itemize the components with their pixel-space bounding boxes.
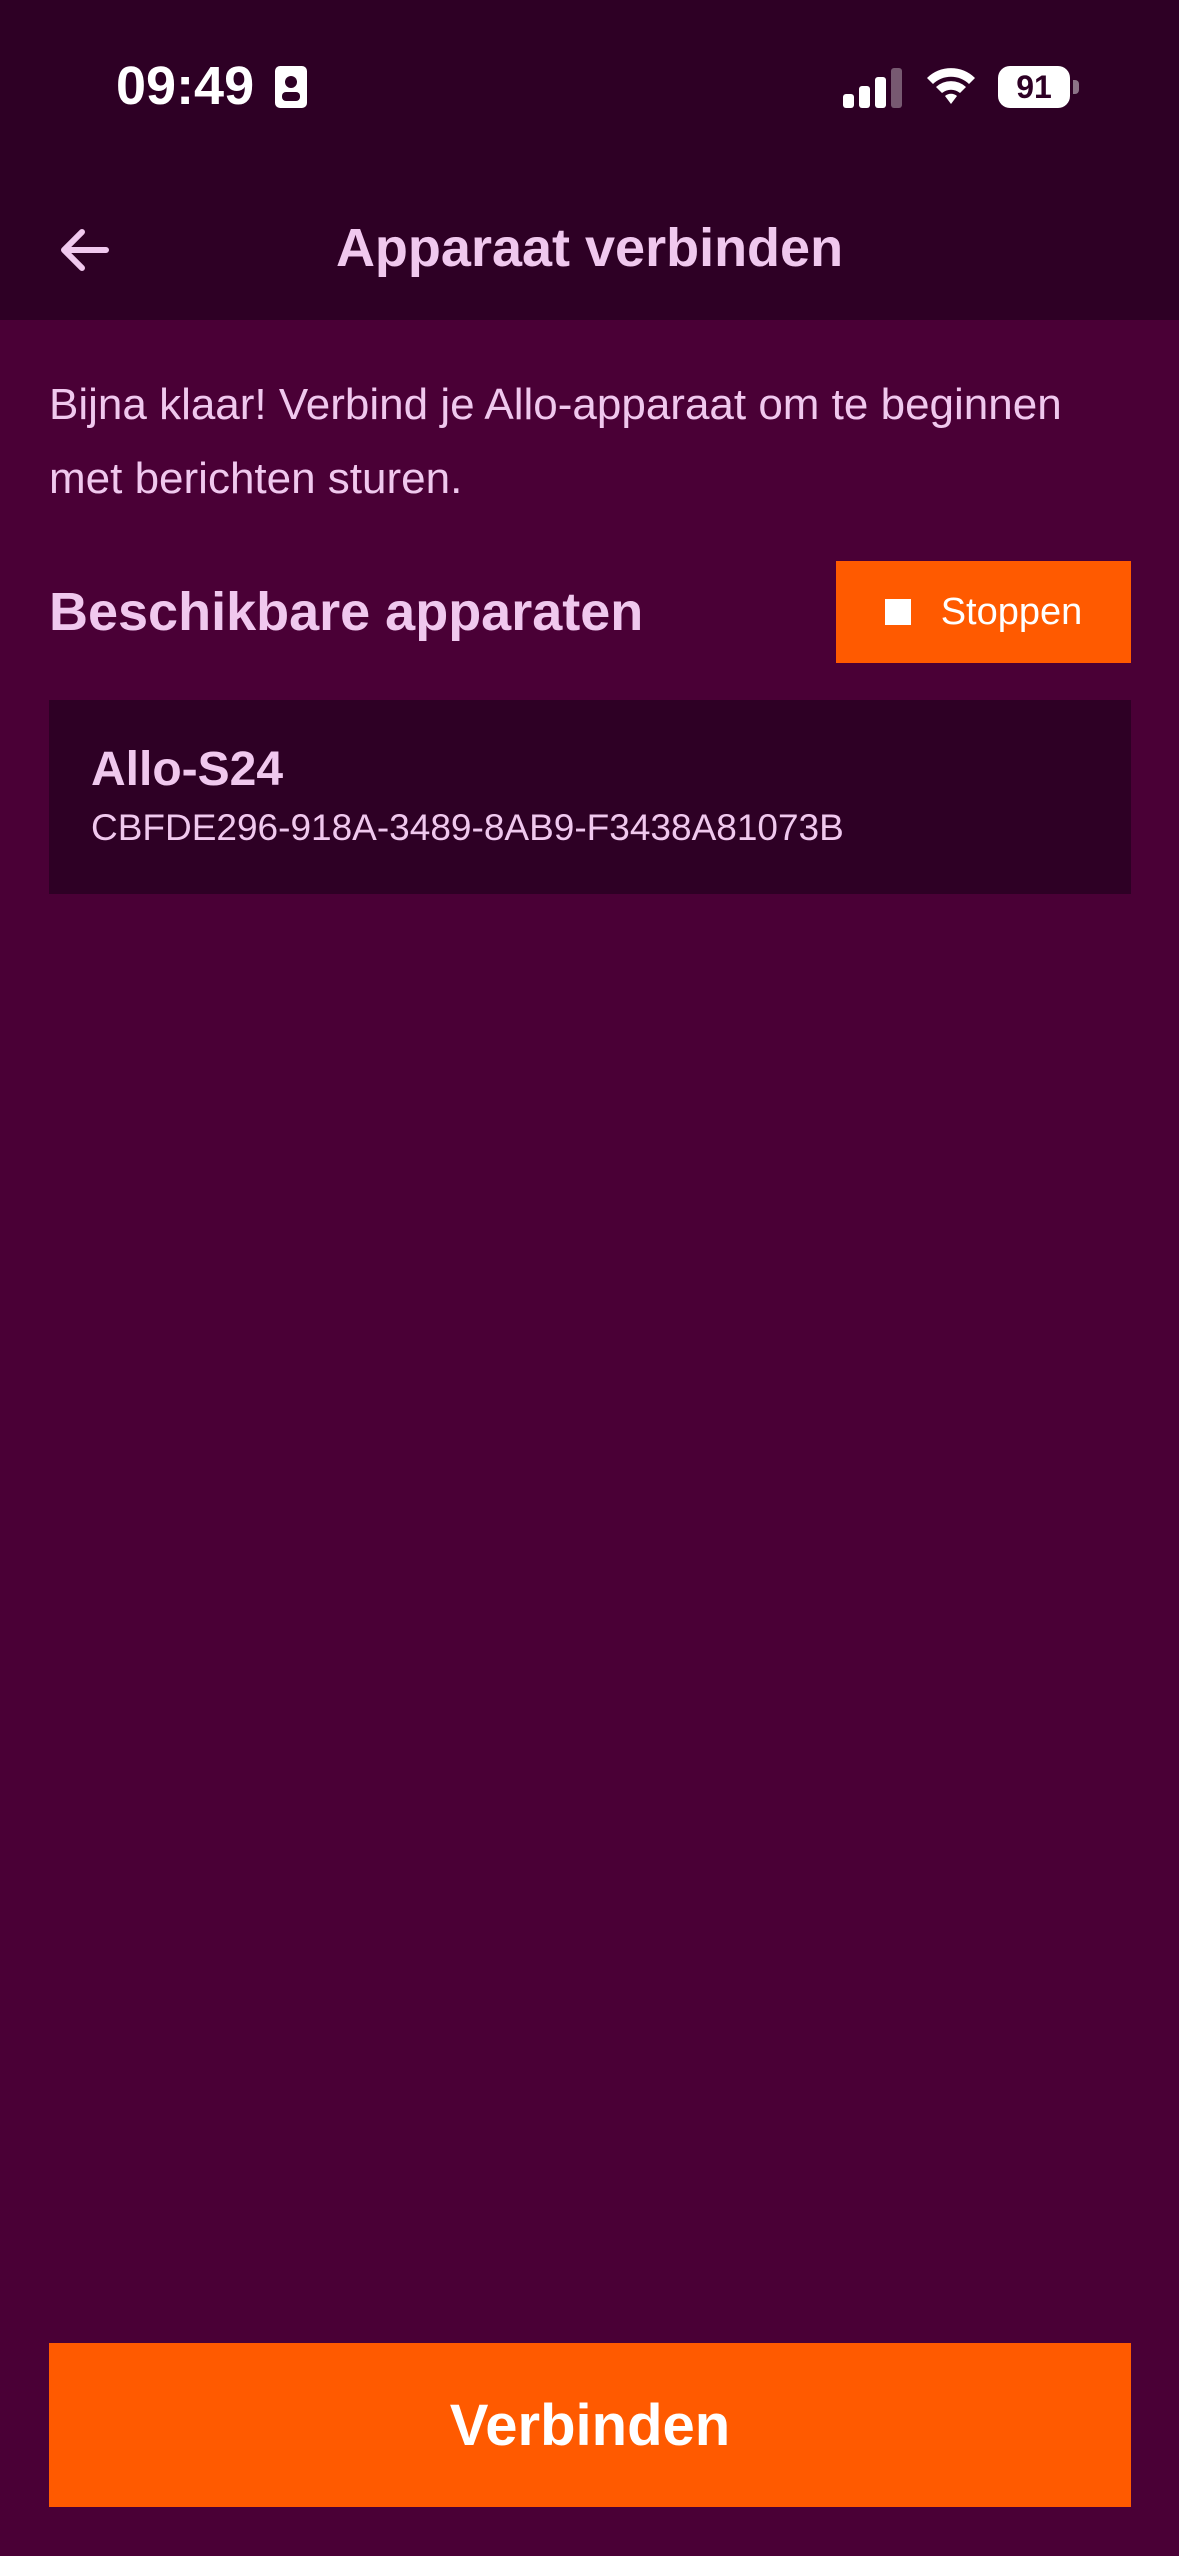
screen: 09:49 91 Apparaat verbinden Bijna klaar!…	[0, 0, 1179, 2556]
stop-square-icon	[884, 599, 911, 625]
intro-text: Bijna klaar! Verbind je Allo-apparaat om…	[49, 380, 1062, 503]
device-name: Allo-S24	[91, 743, 284, 796]
wifi-icon	[927, 68, 975, 104]
stop-button-label: Stoppen	[940, 590, 1083, 633]
stop-scan-button[interactable]: Stoppen	[836, 561, 1131, 663]
device-id: CBFDE296-918A-3489-8AB9-F3438A81073B	[91, 807, 844, 848]
available-devices-heading: Beschikbare apparaten	[49, 582, 644, 642]
battery-cap	[1073, 80, 1079, 94]
cellular-signal-icon	[843, 68, 902, 108]
device-list-item[interactable]: Allo-S24 CBFDE296-918A-3489-8AB9-F3438A8…	[49, 700, 1131, 894]
id-badge-icon	[275, 66, 307, 108]
battery-level: 91	[1016, 69, 1052, 105]
status-time: 09:49	[116, 56, 255, 116]
device-list: Allo-S24 CBFDE296-918A-3489-8AB9-F3438A8…	[49, 700, 1131, 894]
connect-button[interactable]: Verbinden	[49, 2343, 1131, 2507]
top-bar: 09:49 91 Apparaat verbinden	[0, 0, 1179, 320]
battery-icon: 91	[998, 66, 1080, 108]
page-title: Apparaat verbinden	[335, 218, 844, 278]
